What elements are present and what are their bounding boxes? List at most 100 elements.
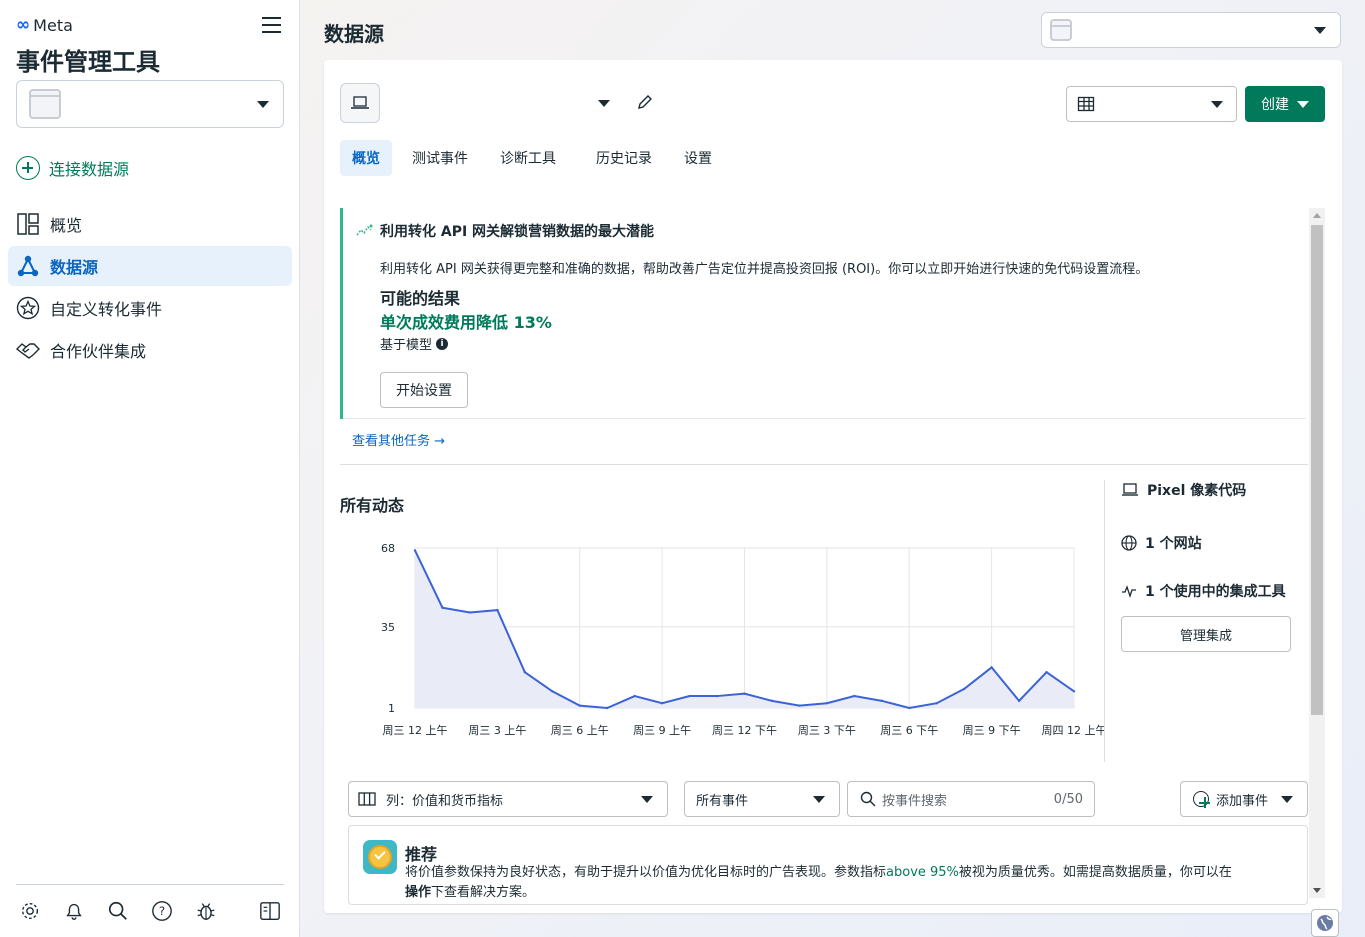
star-icon bbox=[16, 296, 40, 320]
sidebar-item-partner-integrations[interactable]: 合作伙伴集成 bbox=[8, 330, 292, 370]
panel-toggle-icon[interactable] bbox=[259, 900, 281, 922]
activity-sparkle-icon bbox=[356, 224, 373, 236]
tab-overview[interactable]: 概览 bbox=[340, 140, 392, 176]
sidebar-item-custom-conversions[interactable]: 自定义转化事件 bbox=[8, 288, 292, 328]
chart-x-tick-label: 周三 6 上午 bbox=[551, 724, 609, 737]
overview-icon bbox=[17, 213, 39, 235]
add-event-label: 添加事件 bbox=[1216, 793, 1269, 809]
model-note: 基于模型 i bbox=[380, 334, 449, 353]
tab-history[interactable]: 历史记录 bbox=[584, 140, 664, 176]
chart-data-point bbox=[908, 706, 911, 710]
tab-settings[interactable]: 设置 bbox=[672, 140, 724, 176]
app-title: 事件管理工具 bbox=[16, 48, 160, 76]
promo-description: 利用转化 API 网关获得更完整和准确的数据，帮助改善广告定位并提高投资回报 (… bbox=[380, 262, 1149, 277]
chevron-down-icon bbox=[641, 796, 653, 803]
data-source-card: 创建 概览 测试事件 诊断工具 历史记录 设置 利用转化 API 网关解锁营销数… bbox=[324, 60, 1342, 913]
add-event-button[interactable]: 添加事件 bbox=[1180, 781, 1308, 817]
source-stats-panel: Pixel 像素代码 1 个网站 1 个使用中的集成工具 管理集成 bbox=[1104, 480, 1312, 762]
chart-x-tick-label: 周三 12 上午 bbox=[383, 724, 448, 737]
connect-data-source-button[interactable]: 连接数据源 bbox=[16, 156, 129, 180]
chart-data-point bbox=[990, 666, 993, 669]
chart-data-point bbox=[496, 608, 499, 612]
scroll-up-arrow[interactable] bbox=[1313, 213, 1321, 218]
chart-y-tick-label: 35 bbox=[381, 621, 395, 634]
sidebar: ∞ Meta 事件管理工具 连接数据源 概览 数据源 自定义转化事件 合作伙伴集… bbox=[0, 0, 300, 937]
pixel-label: Pixel 像素代码 bbox=[1147, 483, 1247, 499]
chart-x-tick-label: 周四 12 上午 bbox=[1042, 724, 1105, 737]
chart-data-point bbox=[1072, 690, 1076, 693]
chevron-down-icon bbox=[257, 101, 269, 108]
promo-title: 利用转化 API 网关解锁营销数据的最大潜能 bbox=[380, 224, 655, 240]
bug-icon[interactable] bbox=[195, 900, 217, 922]
chart-data-point bbox=[413, 549, 417, 552]
chart-x-tick-label: 周三 9 下午 bbox=[963, 724, 1021, 737]
business-icon bbox=[1050, 19, 1072, 41]
search-icon bbox=[860, 791, 876, 807]
events-label: 所有事件 bbox=[696, 793, 749, 809]
scrollbar-thumb[interactable] bbox=[1311, 225, 1323, 715]
search-icon[interactable] bbox=[107, 900, 129, 922]
recommendation-highlight: above 95% bbox=[886, 865, 959, 880]
language-globe-button[interactable] bbox=[1311, 909, 1339, 937]
meta-infinity-icon: ∞ bbox=[16, 15, 31, 35]
chart-data-point bbox=[688, 694, 691, 698]
overview-panel: 利用转化 API 网关解锁营销数据的最大潜能 利用转化 API 网关获得更完整和… bbox=[324, 208, 1312, 905]
account-selector[interactable] bbox=[16, 80, 284, 128]
source-dropdown-chevron[interactable] bbox=[598, 100, 610, 107]
brand-name: Meta bbox=[33, 15, 73, 35]
laptop-icon bbox=[1122, 483, 1138, 496]
start-setup-button[interactable]: 开始设置 bbox=[380, 372, 468, 408]
event-search[interactable]: 按事件搜索 0/50 bbox=[847, 781, 1095, 817]
recommendation-text: 将价值参数保持为良好状态，有助于提升以价值为优化目标时的广告表现。参数指标abo… bbox=[405, 863, 1295, 903]
sidebar-item-data-sources[interactable]: 数据源 bbox=[8, 246, 292, 286]
chart-data-point bbox=[798, 704, 801, 707]
info-icon[interactable]: i bbox=[436, 337, 449, 350]
recommendation-text-2: 被视为质量优秀。如需提高数据质量，你可以在 bbox=[958, 865, 1232, 880]
columns-select[interactable]: 列：价值和货币指标 bbox=[348, 781, 668, 817]
chart-data-point bbox=[1045, 670, 1048, 674]
manage-integrations-button[interactable]: 管理集成 bbox=[1121, 616, 1291, 652]
pixel-stat: Pixel 像素代码 bbox=[1121, 480, 1246, 500]
integration-stat: 1 个使用中的集成工具 bbox=[1121, 581, 1286, 601]
chevron-down-icon bbox=[1314, 27, 1326, 34]
scroll-down-arrow[interactable] bbox=[1313, 888, 1321, 893]
chart-data-point bbox=[853, 694, 856, 698]
main-content: 数据源 创建 概览 测试事件 诊断工具 历史记录 设置 利用转化 API 网关解… bbox=[301, 0, 1365, 937]
meta-logo[interactable]: ∞ Meta bbox=[16, 15, 73, 35]
sidebar-item-label: 数据源 bbox=[50, 258, 99, 277]
scrollbar[interactable] bbox=[1309, 208, 1325, 898]
chevron-down-icon bbox=[1211, 101, 1223, 108]
plus-circle-icon bbox=[16, 156, 40, 180]
more-tasks-link[interactable]: 查看其他任务 → bbox=[352, 430, 445, 449]
business-selector[interactable] bbox=[1041, 12, 1341, 48]
chart-y-tick-label: 1 bbox=[388, 702, 395, 715]
chart-data-point bbox=[962, 687, 966, 691]
chart-x-tick-label: 周三 12 下午 bbox=[712, 724, 777, 737]
recommendation-bold: 操作 bbox=[405, 885, 432, 900]
chart-data-point bbox=[523, 670, 527, 674]
svg-text:?: ? bbox=[159, 904, 165, 918]
tab-test-events[interactable]: 测试事件 bbox=[400, 140, 480, 176]
search-count: 0/50 bbox=[1053, 791, 1083, 807]
table-view-select[interactable] bbox=[1066, 86, 1237, 122]
events-select[interactable]: 所有事件 bbox=[684, 781, 840, 817]
tab-bar: 概览 测试事件 诊断工具 历史记录 设置 bbox=[340, 140, 732, 176]
model-note-text: 基于模型 bbox=[380, 338, 433, 353]
help-icon[interactable]: ? bbox=[151, 900, 173, 922]
activity-chart: 周三 12 上午 周三 3 上午 周三 6 上午 周三 9 上午 周三 12 下午 周三 … bbox=[381, 542, 1105, 737]
handshake-icon bbox=[16, 343, 40, 359]
recommendation-text-3: 下查看解决方案。 bbox=[431, 885, 536, 900]
chevron-down-icon bbox=[813, 796, 825, 803]
search-input[interactable]: 按事件搜索 bbox=[882, 790, 947, 809]
sidebar-item-overview[interactable]: 概览 bbox=[8, 204, 292, 244]
gear-icon[interactable] bbox=[19, 900, 41, 922]
recommendation-text-1: 将价值参数保持为良好状态，有助于提升以价值为优化目标时的广告表现。参数指标 bbox=[405, 865, 887, 880]
chevron-down-icon bbox=[1297, 100, 1309, 108]
edit-pencil-icon[interactable] bbox=[636, 93, 654, 111]
create-button[interactable]: 创建 bbox=[1245, 86, 1325, 122]
tab-diagnostics[interactable]: 诊断工具 bbox=[488, 140, 568, 176]
columns-icon bbox=[358, 792, 376, 806]
bell-icon[interactable] bbox=[63, 900, 85, 922]
chart-data-point bbox=[660, 702, 664, 705]
menu-icon[interactable] bbox=[262, 17, 281, 33]
